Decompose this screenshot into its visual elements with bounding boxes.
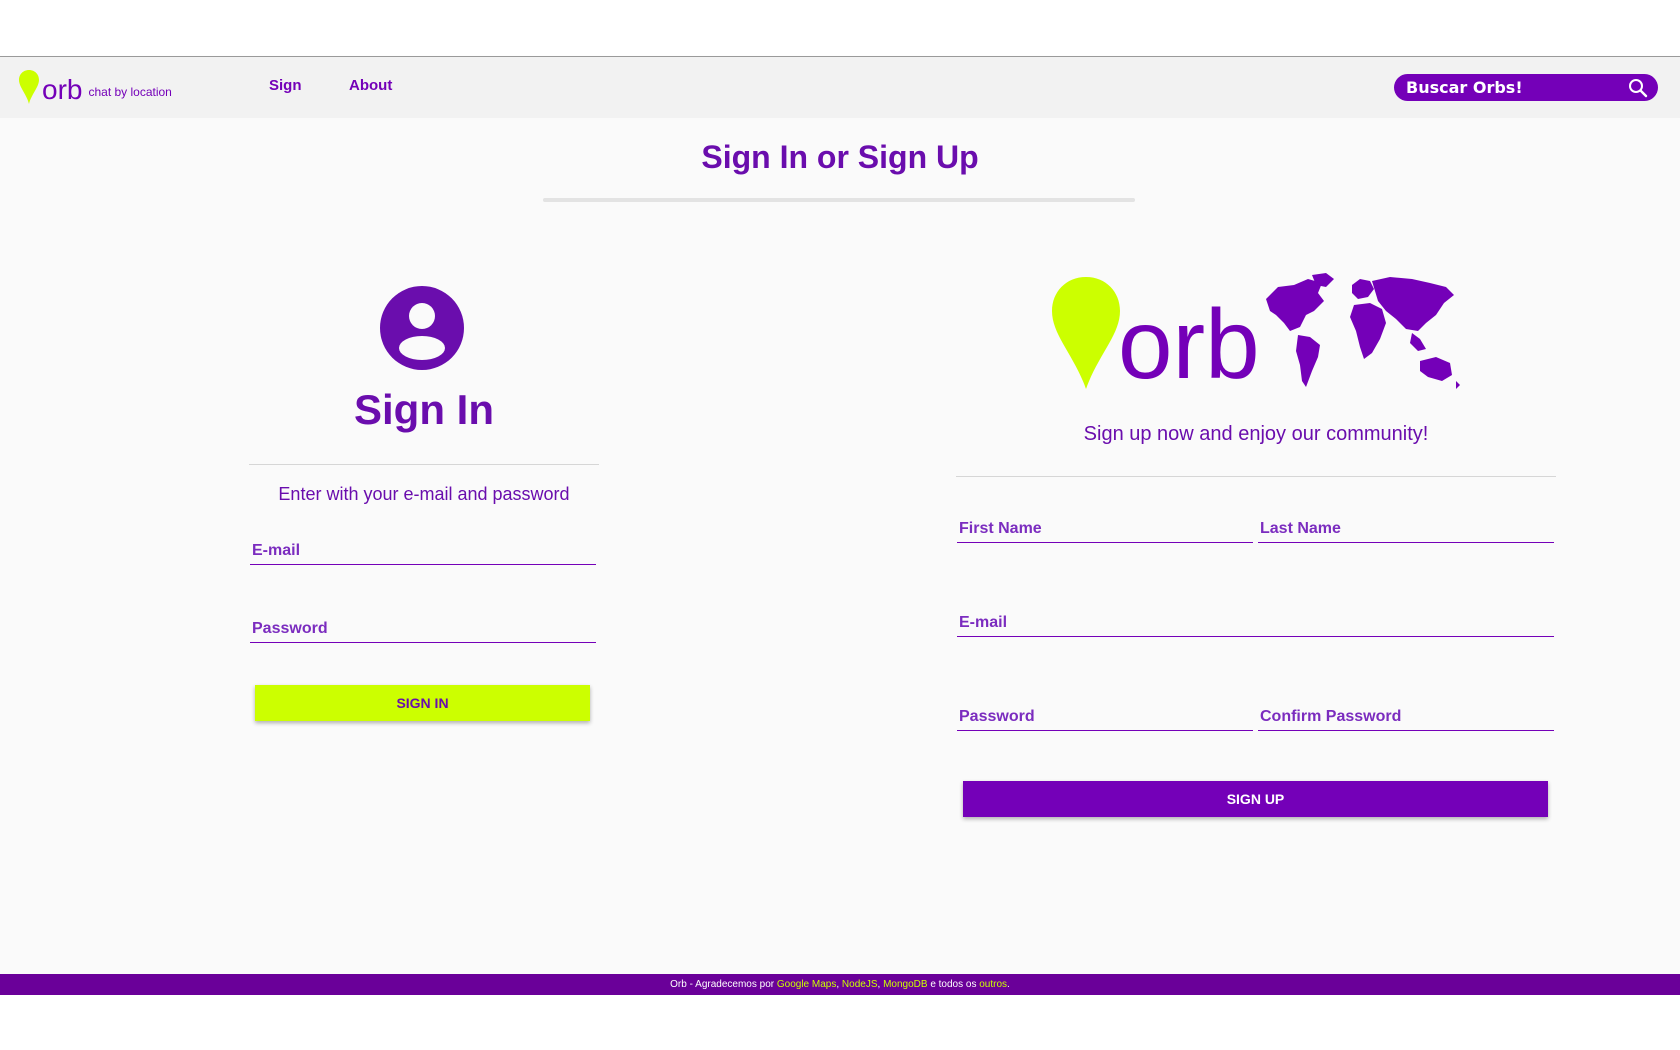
- last-name-input[interactable]: [1258, 518, 1554, 540]
- browser-top-blank: [0, 0, 1680, 57]
- footer-link-others[interactable]: outros: [979, 979, 1007, 990]
- footer-link-mongodb[interactable]: MongoDB: [883, 979, 927, 990]
- logo-text: orb: [42, 74, 83, 105]
- last-name-field: [1258, 518, 1554, 543]
- signup-password-input[interactable]: [957, 706, 1253, 728]
- brand-text: orb: [1118, 289, 1260, 399]
- logo[interactable]: orb chat by location: [18, 69, 172, 105]
- signup-subtitle: Sign up now and enjoy our community!: [1083, 423, 1429, 445]
- footer: Orb - Agradecemos por Google Maps, NodeJ…: [0, 974, 1680, 995]
- signin-email-field: [250, 540, 596, 565]
- signin-password-field: [250, 618, 596, 643]
- signin-email-input[interactable]: [250, 540, 596, 562]
- signin-title: Sign In: [354, 386, 494, 433]
- signup-password-field: [957, 706, 1253, 731]
- footer-separator: ,: [836, 979, 840, 990]
- signin-button[interactable]: SIGN IN: [255, 685, 590, 721]
- location-pin-icon: [19, 70, 39, 104]
- confirm-password-field: [1258, 706, 1554, 731]
- nav-link-sign[interactable]: Sign: [269, 77, 302, 94]
- nav-link-about[interactable]: About: [349, 77, 392, 94]
- first-name-input[interactable]: [957, 518, 1253, 540]
- search-icon[interactable]: [1628, 78, 1648, 98]
- signup-email-field: [957, 612, 1554, 637]
- title-divider: [543, 198, 1135, 202]
- signup-button[interactable]: SIGN UP: [963, 781, 1548, 817]
- page-title: Sign In or Sign Up: [701, 139, 979, 175]
- signin-subtitle: Enter with your e-mail and password: [278, 484, 570, 504]
- signin-divider: [249, 464, 599, 465]
- signin-password-input[interactable]: [250, 618, 596, 640]
- footer-link-nodejs[interactable]: NodeJS: [842, 979, 878, 990]
- footer-mid: e todos os: [930, 979, 977, 990]
- account-circle-icon: [380, 286, 464, 370]
- logo-tagline: chat by location: [88, 85, 172, 99]
- footer-link-google-maps[interactable]: Google Maps: [777, 979, 836, 990]
- signup-divider: [956, 476, 1556, 477]
- world-map-icon: [1266, 273, 1460, 389]
- brand-logo: orb: [1048, 271, 1468, 401]
- search-bar: [1394, 74, 1658, 101]
- confirm-password-input[interactable]: [1258, 706, 1554, 728]
- footer-separator: ,: [877, 979, 881, 990]
- navbar: orb chat by location Sign About: [0, 57, 1680, 118]
- footer-end: .: [1007, 979, 1010, 990]
- first-name-field: [957, 518, 1253, 543]
- main-content: Sign In or Sign Up Sign In Enter with yo…: [0, 118, 1680, 974]
- footer-prefix: Orb - Agradecemos por: [670, 979, 775, 990]
- search-input[interactable]: [1404, 77, 1618, 98]
- signup-email-input[interactable]: [957, 612, 1554, 634]
